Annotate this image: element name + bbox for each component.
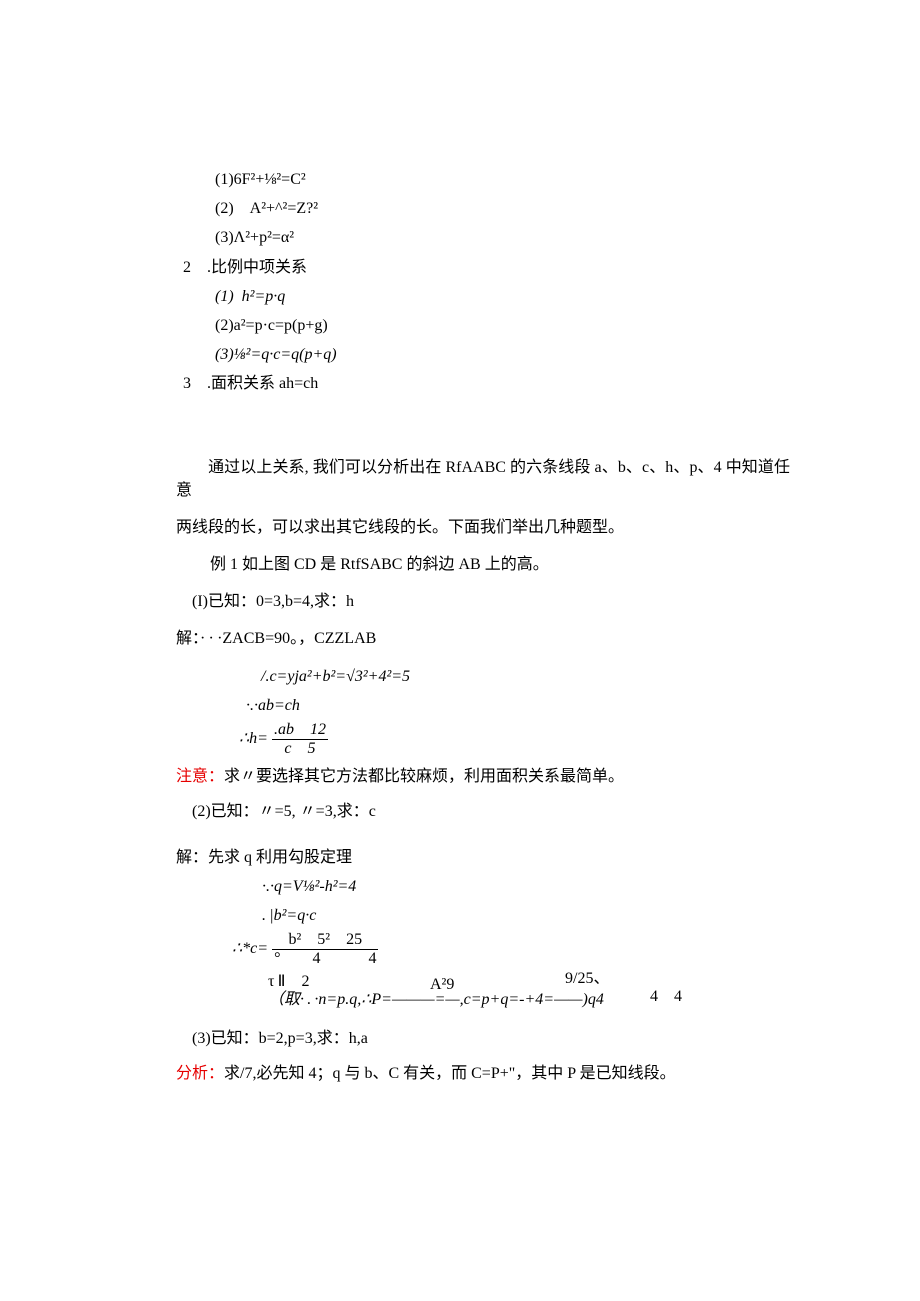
solution-2-line1: ·.·q=V⅛²-h²=4 bbox=[0, 875, 920, 898]
sol2-c-den: ° 4 4 bbox=[272, 950, 378, 968]
formula-2-3: (3)⅛²=q·c=q(p+q) bbox=[0, 343, 920, 366]
note-1: 注意：求〃要选择其它方法都比较麻烦，利用面积关系最简单。 bbox=[0, 765, 920, 788]
para-line2: 两线段的长，可以求出其它线段的长。下面我们举出几种题型。 bbox=[0, 516, 920, 539]
formula-2-2: (2)a²=p·c=p(p+g) bbox=[0, 314, 920, 337]
sol1-h-num: .ab 12 bbox=[272, 721, 328, 740]
sol2-l3e: 4 4 bbox=[650, 985, 682, 1008]
note-1-text: 求〃要选择其它方法都比较麻烦，利用面积关系最简单。 bbox=[224, 768, 624, 785]
solution-1-head: 解：· · ·ZACB=90。，CZZLAB bbox=[0, 627, 920, 650]
sol2-l3c: A²9 bbox=[430, 973, 454, 996]
solution-2-head: 解：先求 q 利用勾股定理 bbox=[0, 846, 920, 869]
heading-2: 2 .比例中项关系 bbox=[0, 256, 920, 279]
sol2-c-frac: b² 5² 25 ° 4 4 bbox=[272, 931, 378, 967]
example-1-title: 例 1 如上图 CD 是 RtfSABC 的斜边 AB 上的高。 bbox=[0, 553, 920, 576]
solution-2-line4: τ Ⅱ 2 （取· . ·n=p.q,∴P=———=—,c=p+q=-+4=——… bbox=[0, 973, 920, 1008]
solution-2-line2: . |b²=q·c bbox=[0, 904, 920, 927]
sol1-h-lead: ∴h= bbox=[239, 730, 268, 747]
sol2-c-num: b² 5² 25 bbox=[272, 931, 378, 950]
solution-1-line3: ∴h= .ab 12 c 5 bbox=[0, 721, 920, 757]
analysis-text: 求/7,必先知 4；q 与 b、C 有关，而 C=P+"，其中 P 是已知线段。 bbox=[224, 1065, 676, 1082]
heading-3: 3 .面积关系 ah=ch bbox=[0, 372, 920, 395]
formula-2-1: (1) h²=p·q bbox=[0, 285, 920, 308]
sol1-h-frac: .ab 12 c 5 bbox=[272, 721, 328, 757]
example-1-3-given: (3)已知：b=2,p=3,求：h,a bbox=[0, 1027, 920, 1050]
formula-1-2: (2) A²+^²=Z?² bbox=[0, 197, 920, 220]
example-1-2-given: (2)已知：〃=5, 〃=3,求：c bbox=[0, 800, 920, 823]
solution-1-line1: /.c=yja²+b²=√3²+4²=5 bbox=[0, 665, 920, 688]
sol2-l3d: 9/25、 bbox=[565, 967, 609, 990]
example-1-text: 例 1 如上图 CD 是 RtfSABC 的斜边 AB 上的高。 bbox=[210, 556, 549, 573]
sol1-h-den: c 5 bbox=[272, 740, 328, 758]
sol2-c-lead: ∴*c= bbox=[232, 940, 268, 957]
example-1-given: (I)已知：0=3,b=4,求：h bbox=[0, 590, 920, 613]
formula-block-1: (1)6F²+⅛²=C² (2) A²+^²=Z?² (3)Λ²+p²=α² 2… bbox=[0, 168, 920, 396]
document-page: (1)6F²+⅛²=C² (2) A²+^²=Z?² (3)Λ²+p²=α² 2… bbox=[0, 0, 920, 1301]
ex1-2-given: (2)已知：〃=5, 〃=3,求：c bbox=[192, 803, 376, 820]
ex1-3-given: (3)已知：b=2,p=3,求：h,a bbox=[192, 1030, 368, 1047]
para-line1: 通过以上关系, 我们可以分析出在 RfAABC 的六条线段 a、b、c、h、p、… bbox=[176, 459, 790, 499]
note-1-label: 注意： bbox=[176, 768, 224, 785]
solution-1-line2: ·.·ab=ch bbox=[0, 694, 920, 717]
paragraph-intro: 通过以上关系, 我们可以分析出在 RfAABC 的六条线段 a、b、c、h、p、… bbox=[0, 456, 920, 502]
ex1-given: (I)已知：0=3,b=4,求：h bbox=[192, 593, 354, 610]
heading-3-text: 3 .面积关系 ah=ch bbox=[183, 375, 318, 392]
solution-2-line3: ∴*c= b² 5² 25 ° 4 4 bbox=[0, 931, 920, 967]
analysis-label: 分析： bbox=[176, 1065, 224, 1082]
formula-1-1: (1)6F²+⅛²=C² bbox=[0, 168, 920, 191]
analysis: 分析：求/7,必先知 4；q 与 b、C 有关，而 C=P+"，其中 P 是已知… bbox=[0, 1062, 920, 1085]
formula-1-3: (3)Λ²+p²=α² bbox=[0, 226, 920, 249]
